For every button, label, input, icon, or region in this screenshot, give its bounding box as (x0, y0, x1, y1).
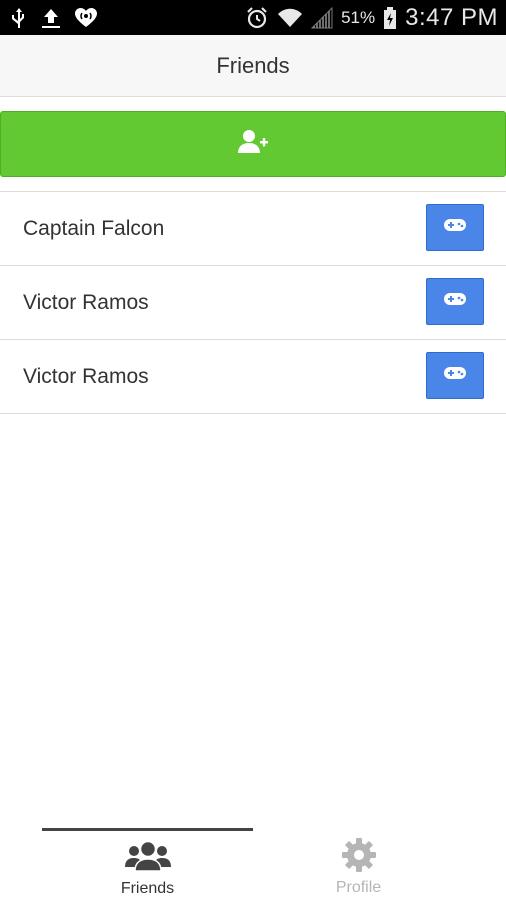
tab-profile[interactable]: Profile (253, 828, 464, 900)
add-friend-button[interactable] (0, 111, 506, 177)
challenge-button[interactable] (426, 204, 484, 251)
friend-row[interactable]: Victor Ramos (0, 266, 506, 340)
challenge-button[interactable] (426, 278, 484, 325)
upload-icon (40, 6, 62, 30)
friends-list: Captain Falcon Victor Ramos Victor Ramos (0, 191, 506, 414)
battery-percent: 51% (341, 7, 376, 27)
friend-name: Captain Falcon (23, 217, 165, 240)
gear-icon (341, 838, 376, 877)
page-title: Friends (216, 52, 290, 78)
tab-label: Friends (120, 880, 175, 897)
status-clock: 3:47 PM (405, 3, 498, 31)
add-user-icon (237, 128, 269, 161)
gamepad-icon (443, 366, 467, 385)
usb-icon (10, 6, 28, 30)
status-left-icons (10, 0, 98, 35)
friend-row[interactable]: Victor Ramos (0, 340, 506, 414)
wifi-icon (277, 7, 303, 29)
signal-icon (311, 6, 333, 29)
status-bar: 51% 3:47 PM (0, 0, 506, 35)
friend-name: Victor Ramos (23, 291, 149, 314)
status-right-icons: 51% 3:47 PM (245, 0, 498, 35)
alarm-icon (245, 6, 269, 30)
friend-row[interactable]: Captain Falcon (0, 192, 506, 266)
challenge-button[interactable] (426, 352, 484, 399)
app-header: Friends (0, 35, 506, 97)
bottom-tab-bar: Friends Profile (0, 828, 506, 900)
gamepad-icon (443, 218, 467, 237)
tab-label: Profile (335, 879, 382, 896)
battery-charging-icon (383, 6, 397, 30)
iheart-icon (74, 7, 98, 29)
friend-name: Victor Ramos (23, 365, 149, 388)
friends-group-icon (124, 839, 171, 878)
gamepad-icon (443, 292, 467, 311)
tab-friends[interactable]: Friends (42, 828, 253, 900)
